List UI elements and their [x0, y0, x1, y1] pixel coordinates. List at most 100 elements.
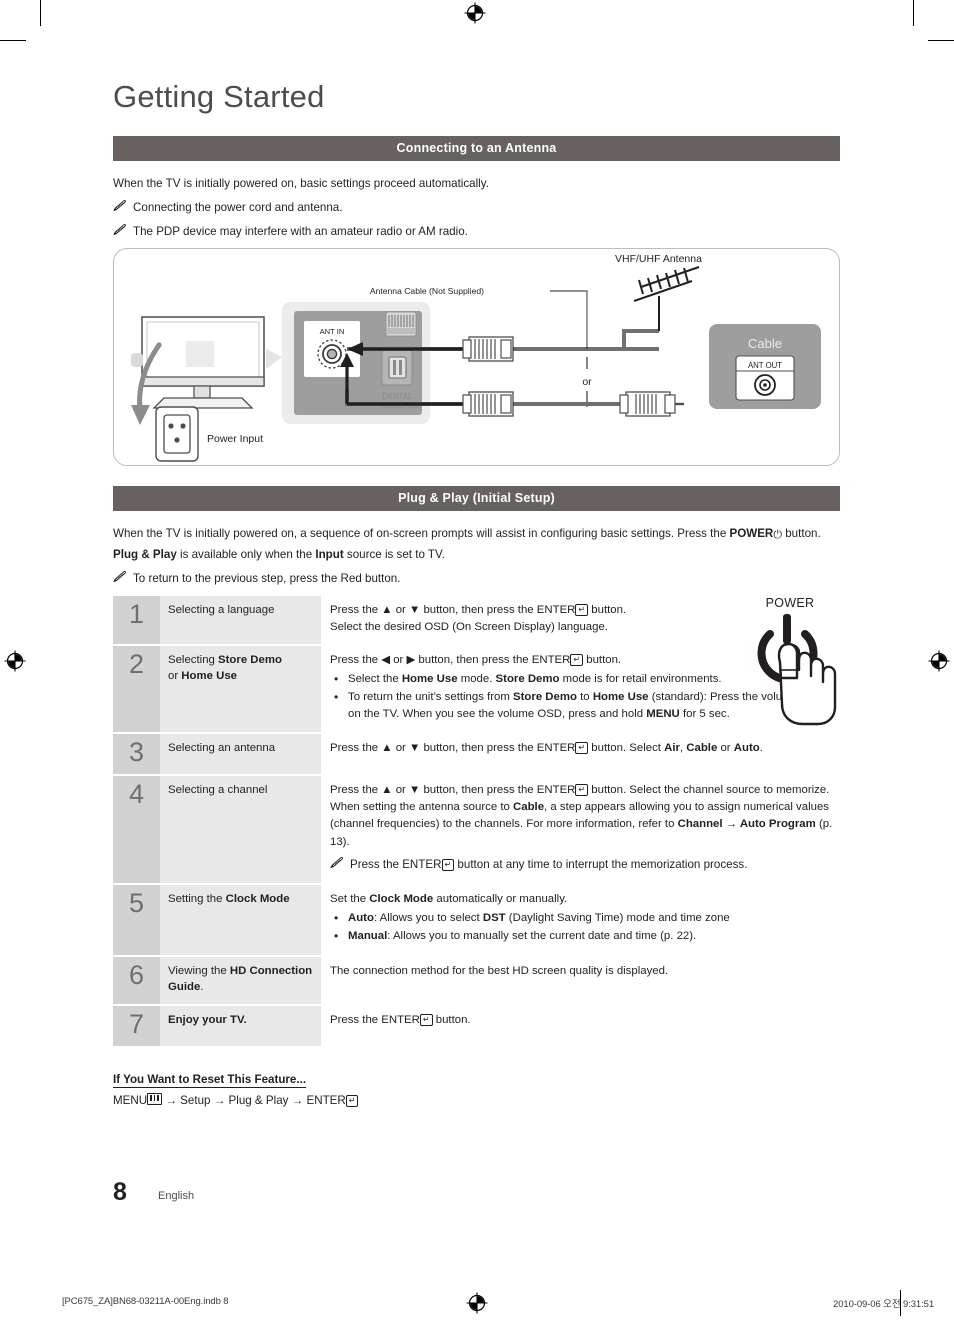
- table-row: 5 Setting the Clock Mode Set the Clock M…: [113, 885, 840, 955]
- registration-mark-left-middle: [4, 650, 26, 672]
- b1b: Home Use: [401, 672, 458, 685]
- page-title: Getting Started: [113, 79, 325, 114]
- s3-cable: Cable: [686, 742, 718, 755]
- pp-intro-power: POWER: [729, 527, 774, 541]
- print-footer-file: [PC675_ZA]BN68-03211A-00Eng.indb 8: [62, 1296, 229, 1307]
- step-label: Viewing the HD Connection Guide.: [160, 956, 321, 1004]
- power-illustration-label: POWER: [765, 596, 815, 610]
- s5-b2c: : Allows you to manually set the current…: [387, 930, 697, 943]
- antenna-note-2: The PDP device may interfere with an ama…: [113, 223, 840, 243]
- table-row: 6 Viewing the HD Connection Guide. The c…: [113, 956, 840, 1004]
- step-label: Setting the Clock Mode: [160, 885, 321, 955]
- step-label: Selecting a channel: [160, 776, 321, 884]
- vhf-uhf-antenna-icon: [633, 266, 700, 332]
- antenna-note-1: Connecting the power cord and antenna.: [113, 199, 840, 219]
- s5-b1c: : Allows you to select: [373, 912, 483, 925]
- power-input-label: Power Input: [207, 433, 263, 445]
- reset-title: If You Want to Reset This Feature...: [113, 1072, 307, 1088]
- step2-label-b: Store Demo: [218, 653, 282, 666]
- power-symbol-icon: ⏻: [773, 528, 783, 542]
- digital-audio-out-label-line1: DIGITAL: [382, 392, 413, 401]
- reset-feature-block: If You Want to Reset This Feature... MEN…: [113, 1070, 840, 1107]
- b1e: mode is for retail environments.: [559, 672, 722, 685]
- b2d: Home Use: [592, 691, 649, 704]
- reset-menu-path: MENU → Setup → Plug & Play → ENTER ↵: [113, 1092, 840, 1107]
- s5a: Set the: [330, 893, 370, 906]
- list-item: Auto: Allows you to select DST (Daylight…: [334, 909, 840, 927]
- b2c: to: [576, 691, 593, 704]
- step4-note-text: Press the ENTER ↵ button at any time to i…: [350, 856, 747, 875]
- vhf-uhf-antenna-label: VHF/UHF Antenna: [615, 253, 702, 265]
- step2-label-d: Home Use: [181, 670, 238, 683]
- step7-label: Enjoy your TV.: [168, 1013, 247, 1026]
- enter-key-icon: ↵: [575, 742, 589, 755]
- pencil-icon: [330, 856, 344, 876]
- ant-in-label: ANT IN: [320, 327, 345, 336]
- coax-connector-top: [462, 336, 514, 363]
- list-item: Manual: Allows you to manually set the c…: [334, 927, 840, 945]
- s3d: or: [717, 742, 734, 755]
- power-hand-press-icon: [757, 614, 837, 726]
- s5-b1d: DST: [482, 912, 506, 925]
- step2-desc-a: Press the ◀ or ▶ button, then press the …: [330, 653, 571, 666]
- power-button-illustration: POWER: [735, 596, 845, 737]
- step-label: Enjoy your TV.: [160, 1005, 321, 1046]
- b1a: Select the: [348, 672, 402, 685]
- s7a: Press the ENTER: [330, 1013, 420, 1026]
- or-label: or: [582, 376, 592, 388]
- page-language-label: English: [158, 1190, 195, 1202]
- b2a: To return the unit’s settings from: [348, 691, 514, 704]
- pencil-icon: [113, 200, 127, 219]
- cable-box-label: Cable: [748, 336, 782, 351]
- s5-b2b: Manual: [348, 930, 388, 943]
- print-footer-timestamp: 2010-09-06 오전 9:31:51: [833, 1299, 934, 1310]
- enter-key-icon: ↵: [575, 603, 589, 616]
- section-header-connecting-to-an-antenna: Connecting to an Antenna: [113, 136, 840, 162]
- step-description: Set the Clock Mode automatically or manu…: [321, 885, 840, 954]
- power-input-socket: [155, 406, 199, 463]
- step-number: 3: [113, 734, 160, 775]
- s4-cable: Cable: [513, 801, 545, 814]
- s6-desc: The connection method for the best HD sc…: [330, 964, 669, 977]
- pencil-icon: [113, 571, 127, 590]
- step3-label: Selecting an antenna: [168, 742, 276, 755]
- registration-mark-footer: [466, 1292, 488, 1317]
- step-label: Selecting an antenna: [160, 734, 321, 775]
- reset-path-menu-label: MENU: [113, 1093, 148, 1107]
- plug-and-play-steps-table: 1 Selecting a language Press the ▲ or ▼ …: [113, 594, 840, 1048]
- pp-intro-part2: button.: [782, 527, 821, 541]
- s3-auto: Auto: [733, 742, 760, 755]
- step-label: Selecting a language: [160, 595, 321, 644]
- step-label: Selecting Store Demo or Home Use: [160, 645, 321, 733]
- step5-bullet-list: Auto: Allows you to select DST (Daylight…: [330, 909, 840, 945]
- s3a: Press the ▲ or ▼ button, then press the …: [330, 742, 576, 755]
- step1-desc-line2: Select the desired OSD (On Screen Displa…: [330, 620, 608, 633]
- reset-path-rest: → Setup → Plug & Play → ENTER: [162, 1093, 346, 1107]
- s7b: button.: [432, 1013, 471, 1026]
- manual-page: Getting Started Connecting to an Antenna…: [0, 0, 954, 1321]
- step2-label-c: or: [168, 670, 182, 683]
- crop-mark-top-left-vertical: [40, 0, 41, 26]
- step-number: 5: [113, 885, 160, 955]
- s3e: .: [759, 742, 763, 755]
- step-number: 6: [113, 956, 160, 1004]
- crop-mark-top-right-horizontal: [928, 40, 954, 41]
- s4-channel-path: Channel → Auto Program: [677, 818, 816, 831]
- step6-label-a: Viewing the: [168, 964, 230, 977]
- step1-desc-b: button.: [588, 603, 627, 616]
- s3b: button. Select: [588, 742, 665, 755]
- step4-note: Press the ENTER ↵ button at any time to i…: [330, 856, 840, 876]
- menu-key-icon: [147, 1092, 163, 1105]
- page-content: Getting Started Connecting to an Antenna…: [113, 79, 840, 1107]
- pp-intro-part1: When the TV is initially powered on, a s…: [113, 527, 730, 541]
- pp-intro-part4: source is set to TV.: [343, 547, 445, 561]
- s5-b1b: Auto: [348, 912, 374, 925]
- table-row: 2 Selecting Store Demo or Home Use Press…: [113, 645, 840, 733]
- crop-mark-top-left-horizontal: [0, 40, 26, 41]
- step-label-text: Selecting a language: [168, 603, 275, 616]
- enter-key-icon: ↵: [570, 653, 584, 666]
- b1c: mode.: [457, 672, 496, 685]
- step-number: 7: [113, 1005, 160, 1046]
- page-number: 8: [113, 1178, 127, 1206]
- antenna-cable-callout: [550, 291, 588, 350]
